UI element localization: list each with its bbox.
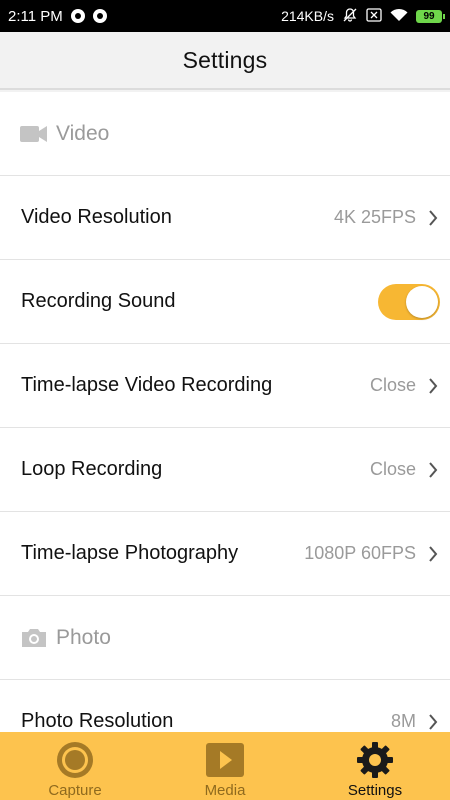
nav-item-capture[interactable]: Capture [0,732,150,800]
app-header: Settings [0,32,450,90]
network-speed: 214KB/s [281,8,334,24]
row-label: Loop Recording [21,458,163,480]
section-header-photo: Photo [0,596,450,680]
sim-off-icon [366,7,382,25]
row-value: 8M [390,711,416,731]
row-value: 4K 25FPS [333,207,416,227]
camera-icon [20,625,48,651]
recording-sound-toggle[interactable] [378,283,440,320]
chevron-right-icon [426,713,440,730]
status-bar: 2:11 PM 214KB/s 99 [0,0,450,32]
nav-item-settings[interactable]: Settings [300,732,450,800]
nav-item-media[interactable]: Media [150,732,300,800]
row-value: Close [369,375,416,395]
section-header-video: Video [0,92,450,176]
row-video-resolution[interactable]: Video Resolution 4K 25FPS [0,176,450,260]
settings-list[interactable]: Video Video Resolution 4K 25FPS Recordin… [0,92,450,732]
mute-bell-icon [342,7,358,26]
capture-icon [55,740,95,780]
row-time-lapse-video-recording[interactable]: Time-lapse Video Recording Close [0,344,450,428]
gear-icon [355,740,395,780]
toggle-knob [406,285,438,318]
row-label: Video Resolution [21,206,172,228]
row-time-lapse-photography[interactable]: Time-lapse Photography 1080P 60FPS [0,512,450,596]
chevron-right-icon [426,209,440,226]
battery-icon: 99 [416,9,445,23]
nav-label: Settings [347,782,403,799]
chevron-right-icon [426,461,440,478]
row-loop-recording[interactable]: Loop Recording Close [0,428,450,512]
row-value: Close [369,459,416,479]
page-title: Settings [182,46,268,73]
media-play-icon [205,740,245,780]
nav-label: Capture [48,782,102,799]
row-value: 1080P 60FPS [304,543,416,563]
row-label: Photo Resolution [21,710,174,732]
row-label: Time-lapse Video Recording [21,374,273,396]
section-label: Photo [56,625,111,649]
bottom-nav: Capture Media Settings [0,732,450,800]
status-time: 2:11 PM [8,7,63,25]
battery-level: 99 [423,10,435,22]
wifi-icon [390,8,408,25]
row-label: Time-lapse Photography [21,542,239,564]
section-label: Video [56,121,110,145]
row-recording-sound: Recording Sound [0,260,450,344]
row-label: Recording Sound [21,290,176,312]
row-photo-resolution[interactable]: Photo Resolution 8M [0,680,450,732]
notification-dot-icon [92,9,107,23]
notification-dot-icon [70,9,85,23]
video-camera-icon [20,121,48,147]
chevron-right-icon [426,545,440,562]
chevron-right-icon [426,377,440,394]
nav-label: Media [204,782,246,799]
